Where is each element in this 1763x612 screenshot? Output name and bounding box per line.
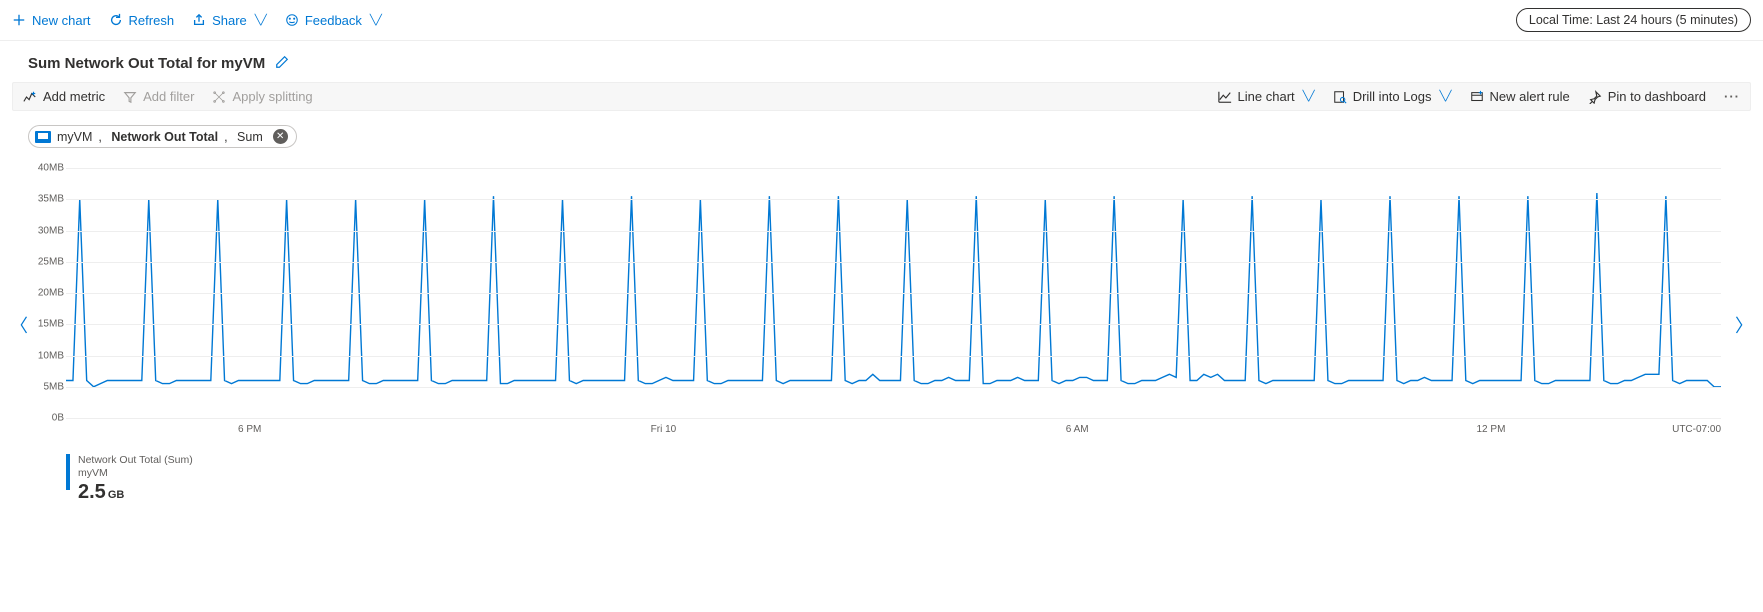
y-tick-label: 5MB [20,381,64,392]
add-metric-icon [23,90,37,104]
alert-icon [1470,90,1484,104]
add-metric-button[interactable]: Add metric [23,89,105,104]
metric-pill-row: myVM, Network Out Total, Sum ✕ [0,111,1763,154]
x-axis: UTC-07:00 6 PM Fri 10 6 AM 12 PM [66,424,1721,440]
x-tick-label: Fri 10 [651,424,677,435]
grid-line [66,262,1721,263]
chart-next-button[interactable]: 〉 [1731,308,1757,342]
grid-line [66,324,1721,325]
top-bar-left: New chart Refresh Share ╲╱ Feedback ╲╱ [12,13,382,28]
pill-metric: Network Out Total [111,130,218,144]
x-tick-label: 6 AM [1066,424,1089,435]
refresh-button[interactable]: Refresh [109,13,175,28]
line-chart-icon [1218,90,1232,104]
time-range-picker[interactable]: Local Time: Last 24 hours (5 minutes) [1516,8,1751,32]
grid-line [66,199,1721,200]
grid-line [66,418,1721,419]
drill-logs-button[interactable]: Drill into Logs ╲╱ [1333,89,1452,104]
vm-icon [35,131,51,143]
pill-aggregation: Sum [237,130,263,144]
legend-resource: myVM [78,467,193,480]
y-tick-label: 30MB [20,225,64,236]
pin-icon [1588,90,1602,104]
drill-logs-label: Drill into Logs [1353,89,1432,104]
toolbar-right: Line chart ╲╱ Drill into Logs ╲╱ New ale… [1218,89,1740,104]
top-bar: New chart Refresh Share ╲╱ Feedback ╲╱ L… [0,0,1763,41]
y-tick-label: 40MB [20,163,64,174]
y-axis: 0B5MB10MB15MB20MB25MB30MB35MB40MB [20,168,64,418]
more-options-button[interactable]: ··· [1724,89,1740,104]
apply-splitting-label: Apply splitting [232,89,312,104]
add-filter-button[interactable]: Add filter [123,89,194,104]
chevron-down-icon: ╲╱ [1303,91,1315,102]
y-tick-label: 10MB [20,350,64,361]
filter-icon [123,90,137,104]
chevron-down-icon: ╲╱ [1439,91,1451,102]
legend-series: Network Out Total (Sum) [78,454,193,467]
refresh-icon [109,13,123,27]
feedback-label: Feedback [305,13,362,28]
new-alert-label: New alert rule [1490,89,1570,104]
time-range-label: Local Time: Last 24 hours (5 minutes) [1529,13,1738,27]
pill-resource: myVM [57,130,92,144]
plus-icon [12,13,26,27]
timezone-label: UTC-07:00 [1672,424,1721,435]
remove-metric-button[interactable]: ✕ [273,129,288,144]
share-label: Share [212,13,247,28]
toolbar-left: Add metric Add filter Apply splitting [23,89,313,104]
grid-line [66,356,1721,357]
chart-title-row: Sum Network Out Total for myVM [0,41,1763,82]
smile-icon [285,13,299,27]
y-tick-label: 20MB [20,288,64,299]
y-tick-label: 15MB [20,319,64,330]
share-icon [192,13,206,27]
logs-icon [1333,90,1347,104]
edit-title-button[interactable] [275,55,289,72]
refresh-label: Refresh [129,13,175,28]
y-tick-label: 0B [20,413,64,424]
legend-color-bar [66,454,70,490]
new-chart-label: New chart [32,13,91,28]
chevron-down-icon: ╲╱ [255,15,267,26]
new-alert-button[interactable]: New alert rule [1470,89,1570,104]
x-tick-label: 6 PM [238,424,261,435]
share-button[interactable]: Share ╲╱ [192,13,267,28]
pencil-icon [275,55,289,69]
apply-splitting-button[interactable]: Apply splitting [212,89,312,104]
new-chart-button[interactable]: New chart [12,13,91,28]
metric-pill[interactable]: myVM, Network Out Total, Sum ✕ [28,125,297,148]
legend-text: Network Out Total (Sum) myVM 2.5GB [78,454,193,504]
chart-type-label: Line chart [1238,89,1295,104]
chevron-down-icon: ╲╱ [370,15,382,26]
feedback-button[interactable]: Feedback ╲╱ [285,13,382,28]
chart-title: Sum Network Out Total for myVM [28,55,265,72]
pin-dashboard-label: Pin to dashboard [1608,89,1706,104]
grid-line [66,168,1721,169]
grid-line [66,293,1721,294]
y-tick-label: 35MB [20,194,64,205]
chart-type-button[interactable]: Line chart ╲╱ [1218,89,1315,104]
x-tick-label: 12 PM [1477,424,1506,435]
legend-value: 2.5GB [78,481,193,504]
split-icon [212,90,226,104]
chart-legend: Network Out Total (Sum) myVM 2.5GB [66,454,1751,504]
chart-toolbar: Add metric Add filter Apply splitting Li… [12,82,1751,111]
grid-line [66,387,1721,388]
grid-line [66,231,1721,232]
chart-plot[interactable]: 0B5MB10MB15MB20MB25MB30MB35MB40MB [66,168,1721,418]
y-tick-label: 25MB [20,256,64,267]
add-metric-label: Add metric [43,89,105,104]
pin-dashboard-button[interactable]: Pin to dashboard [1588,89,1706,104]
add-filter-label: Add filter [143,89,194,104]
chart-area: 〈 〉 0B5MB10MB15MB20MB25MB30MB35MB40MB UT… [12,168,1751,504]
